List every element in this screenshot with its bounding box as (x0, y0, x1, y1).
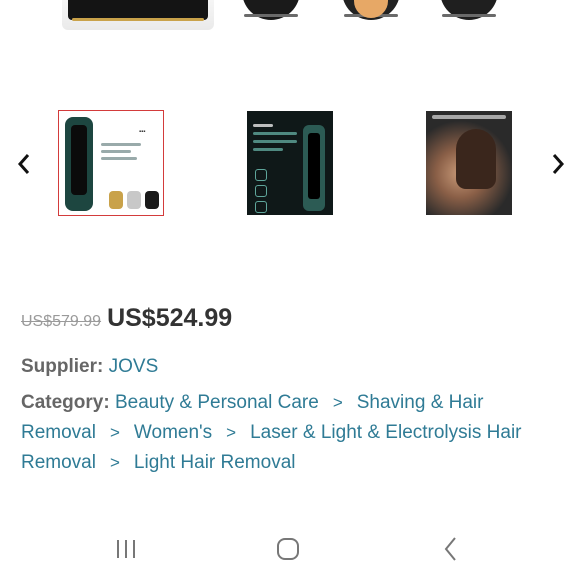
category-link-light[interactable]: Light Hair Removal (134, 452, 296, 473)
image-carousel: ▪▪▪ (0, 110, 580, 218)
supplier-row: Supplier: JOVS (21, 352, 158, 382)
chevron-left-icon (17, 154, 30, 174)
supplier-link[interactable]: JOVS (109, 356, 159, 377)
home-button[interactable] (268, 534, 308, 564)
thumbnail-text-graphic (253, 119, 297, 159)
original-price: US$579.99 (21, 313, 102, 330)
breadcrumb-separator: > (332, 393, 343, 412)
supplier-label: Supplier: (21, 356, 104, 377)
breadcrumb-separator: > (109, 453, 120, 472)
home-icon (277, 538, 299, 560)
main-product-image (0, 0, 580, 40)
category-breadcrumb: Category: Beauty & Personal Care > Shaving… (21, 388, 566, 478)
price-row: US$579.99 US$524.99 (21, 304, 232, 333)
recents-icon (117, 540, 135, 558)
attachment-head-image (242, 0, 300, 20)
attachment-heads-image (109, 191, 159, 209)
recents-button[interactable] (106, 534, 146, 564)
brand-logo-image: ▪▪▪ (139, 129, 146, 135)
thumbnail-text-graphic (101, 139, 157, 179)
breadcrumb-separator: > (226, 423, 237, 442)
feature-icon (255, 185, 267, 197)
system-navigation-bar (0, 520, 580, 580)
carousel-next-button[interactable] (546, 150, 570, 178)
device-image (303, 125, 325, 211)
attachment-head-image (342, 0, 400, 20)
current-price: US$524.99 (107, 304, 233, 332)
device-image (62, 0, 214, 30)
thumbnail-caption-graphic (432, 115, 506, 119)
lifestyle-photo-figure (456, 129, 496, 189)
attachment-head-image (440, 0, 498, 20)
thumbnail[interactable] (426, 111, 512, 215)
breadcrumb-separator: > (109, 423, 120, 442)
feature-icon (255, 201, 267, 213)
chevron-right-icon (552, 154, 565, 174)
category-link-beauty[interactable]: Beauty & Personal Care (115, 392, 319, 413)
back-icon (444, 537, 456, 561)
category-label: Category: (21, 392, 110, 413)
device-image (65, 117, 93, 211)
thumbnail[interactable] (247, 111, 333, 215)
back-button[interactable] (431, 534, 471, 564)
carousel-prev-button[interactable] (12, 150, 36, 178)
thumbnail-selected[interactable]: ▪▪▪ (58, 110, 164, 216)
feature-icon (255, 169, 267, 181)
category-link-womens[interactable]: Women's (134, 422, 212, 443)
